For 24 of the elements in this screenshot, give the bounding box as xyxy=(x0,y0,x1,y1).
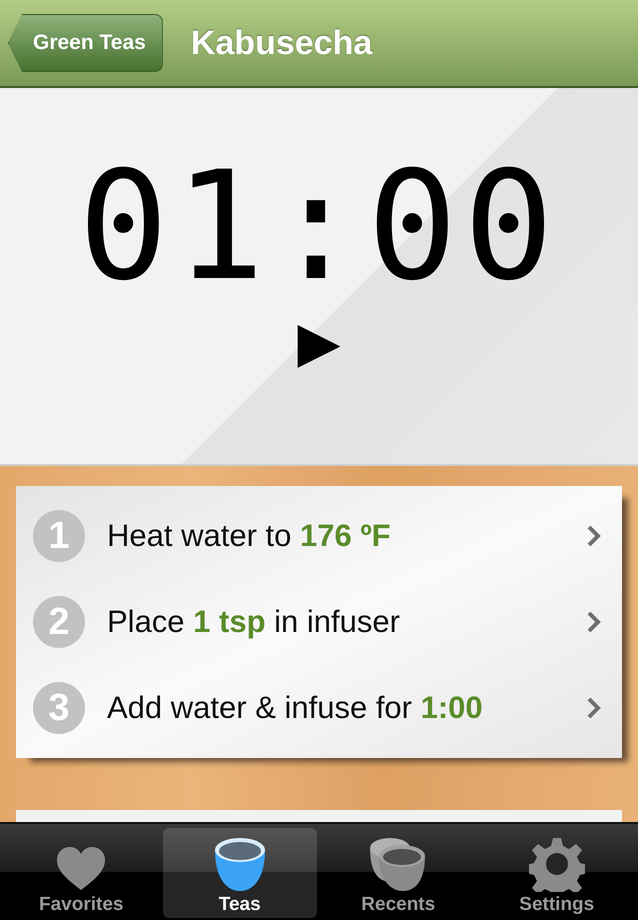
settings-icon xyxy=(528,836,585,892)
step-number: 3 xyxy=(33,682,85,734)
timer-display: 01:00 xyxy=(78,152,560,302)
cup-icon xyxy=(212,836,267,892)
step-text: Place 1 tsp in infuser xyxy=(107,602,401,641)
step-row[interactable]: 2 Place 1 tsp in infuser xyxy=(16,579,622,665)
step-number: 2 xyxy=(33,596,85,648)
chevron-icon xyxy=(586,524,602,548)
tab[interactable]: Favorites xyxy=(4,828,158,918)
step-text: Add water & infuse for 1:00 xyxy=(107,688,484,727)
play-button[interactable]: ▶ xyxy=(298,312,340,372)
heart-icon xyxy=(55,846,108,892)
step-row[interactable]: 3 Add water & infuse for 1:00 xyxy=(16,665,622,751)
tab[interactable]: Teas xyxy=(162,828,317,918)
step-text: Heat water to 176 ºF xyxy=(107,516,392,555)
tab[interactable]: Recents xyxy=(321,828,476,918)
chevron-icon xyxy=(586,610,602,634)
chevron-icon xyxy=(586,696,602,720)
step-row[interactable]: 1 Heat water to 176 ºF xyxy=(16,493,622,579)
tab[interactable]: Settings xyxy=(480,828,634,918)
screen-title: Kabusecha xyxy=(190,22,372,64)
cups-icon xyxy=(369,836,428,892)
back-button[interactable]: Green Teas xyxy=(8,14,163,72)
step-number: 1 xyxy=(33,510,85,562)
